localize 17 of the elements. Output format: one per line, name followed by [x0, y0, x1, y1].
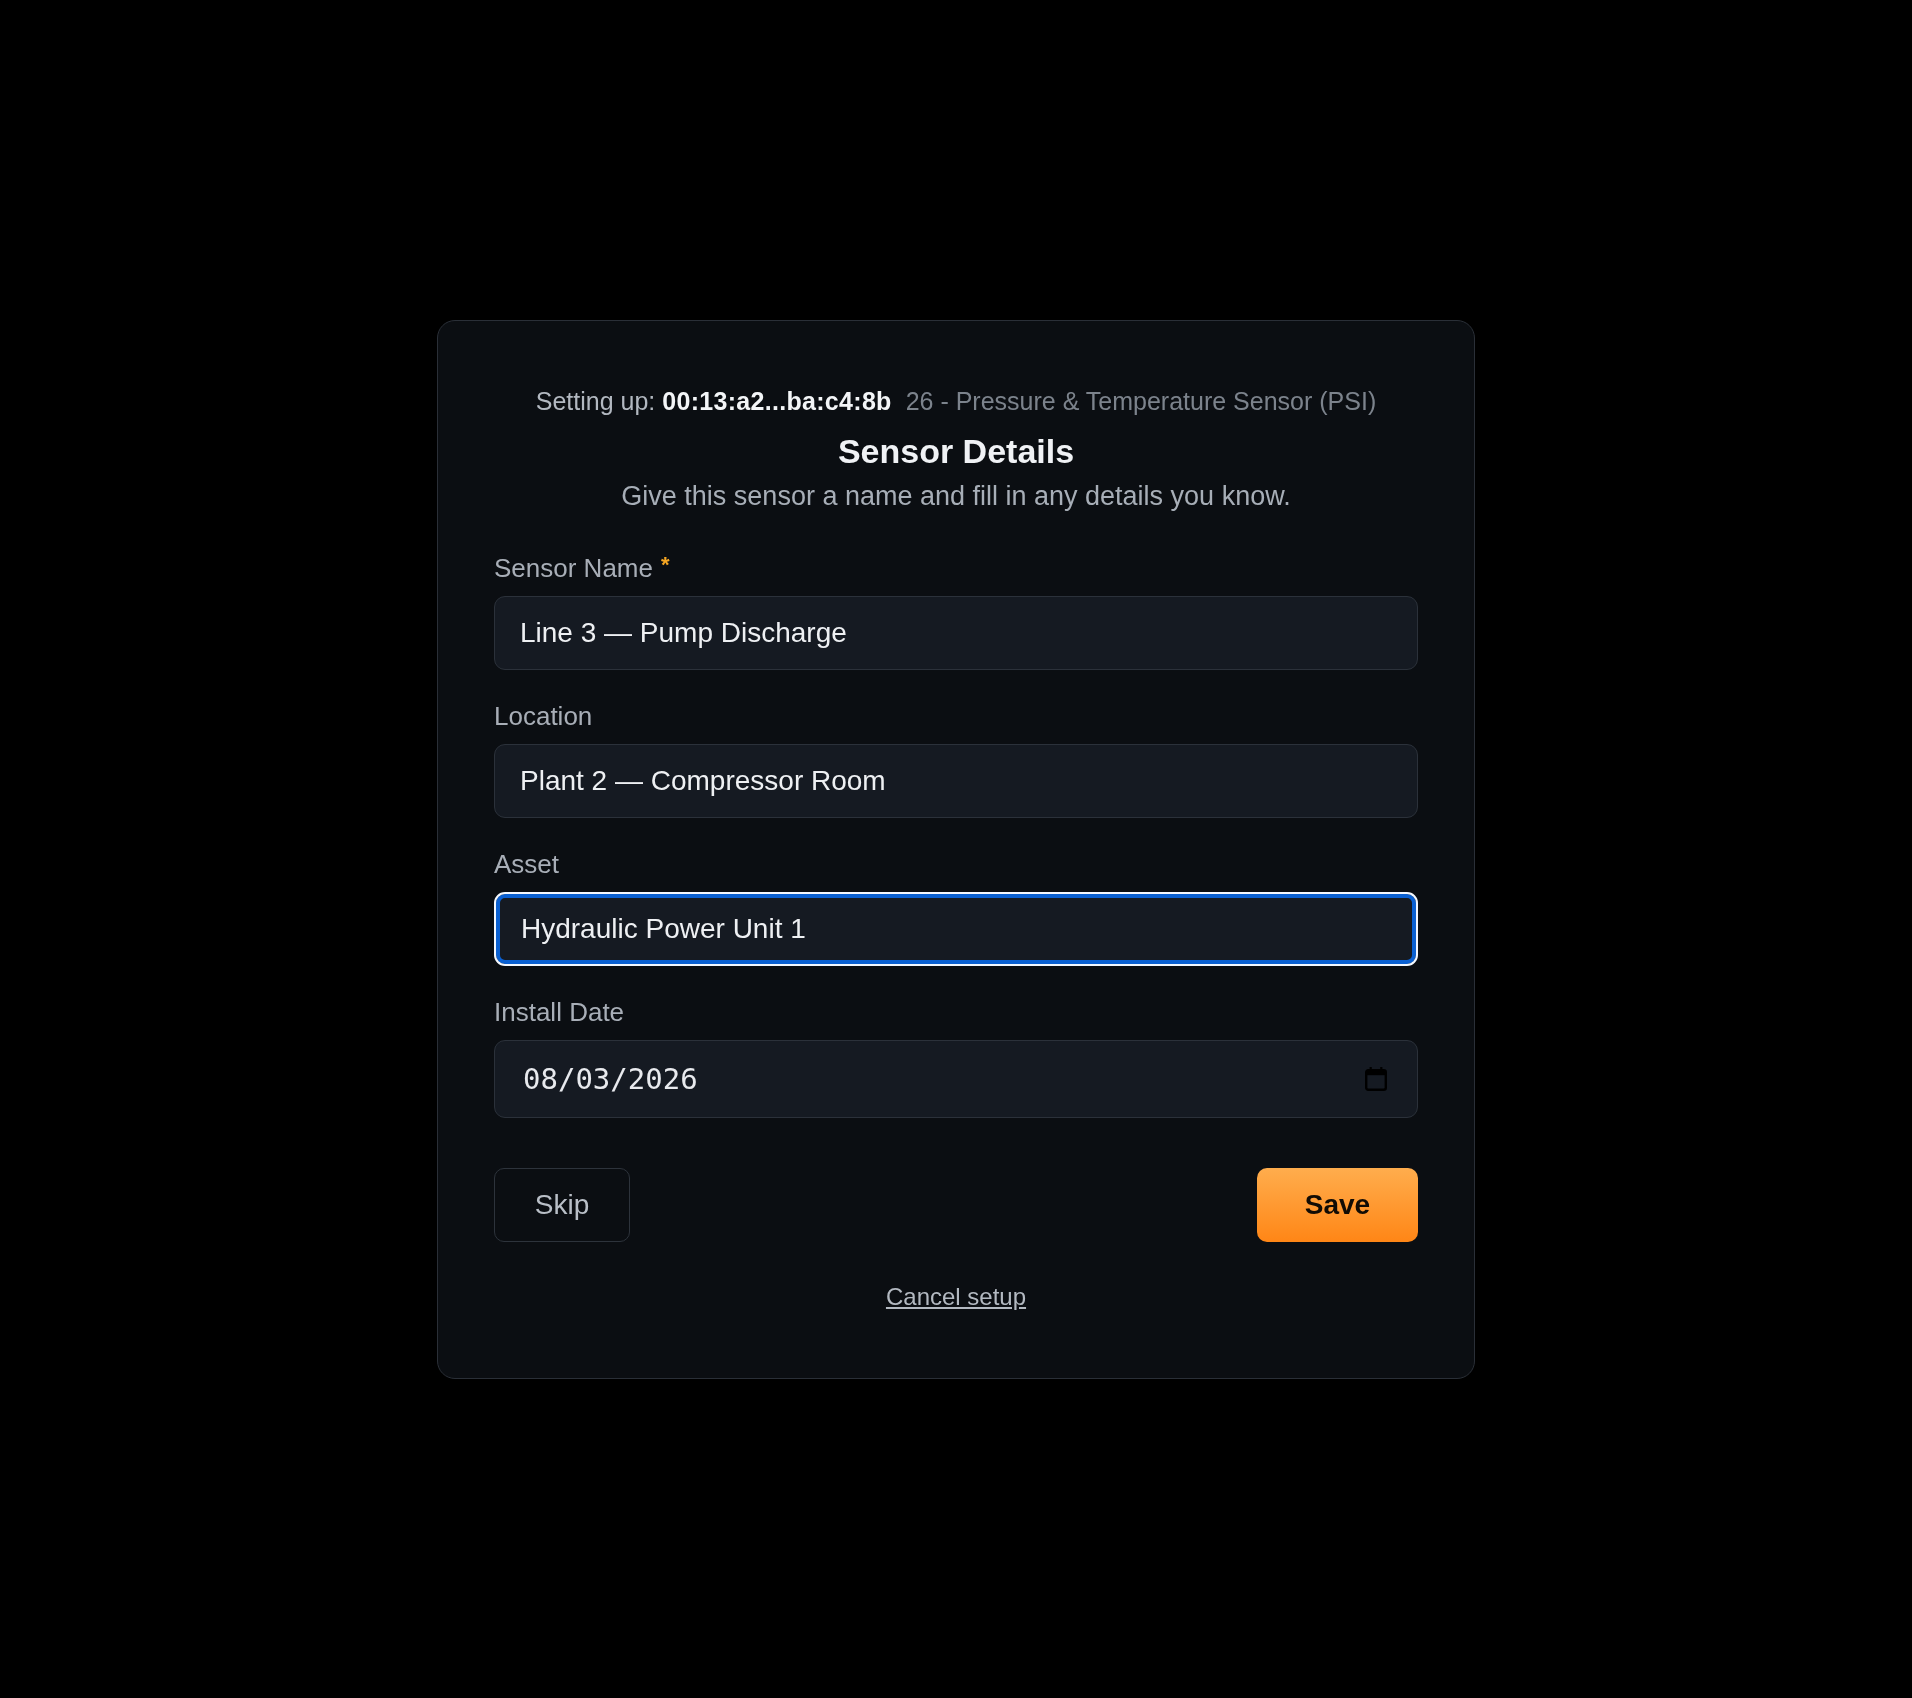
calendar-icon[interactable]: [1365, 1066, 1387, 1091]
dialog-title: Sensor Details: [836, 430, 1076, 471]
skip-button[interactable]: Skip: [494, 1167, 630, 1242]
field-label: Sensor Name: [494, 551, 653, 584]
text-field[interactable]: Plant 2 — Compressor Room: [494, 743, 1418, 818]
device-type: 26 - Pressure & Temperature Sensor (PSI): [905, 386, 1377, 415]
setup-status: Setting up: 00:13:a2...ba:c4:8b: [535, 386, 892, 415]
text-field[interactable]: Line 3 — Pump Discharge: [494, 595, 1418, 670]
field-label: Install Date: [494, 995, 625, 1028]
cancel-setup-link[interactable]: Cancel setup: [885, 1281, 1027, 1312]
dialog-subtitle: Give this sensor a name and fill in any details you know.: [620, 479, 1292, 512]
field-label: Location: [494, 699, 593, 732]
text-field[interactable]: Hydraulic Power Unit 1: [494, 891, 1418, 966]
required-asterisk: *: [660, 551, 670, 578]
save-button[interactable]: Save: [1257, 1167, 1418, 1242]
date-field[interactable]: 08/03/2026: [494, 1039, 1418, 1118]
field-label: Asset: [494, 847, 560, 880]
